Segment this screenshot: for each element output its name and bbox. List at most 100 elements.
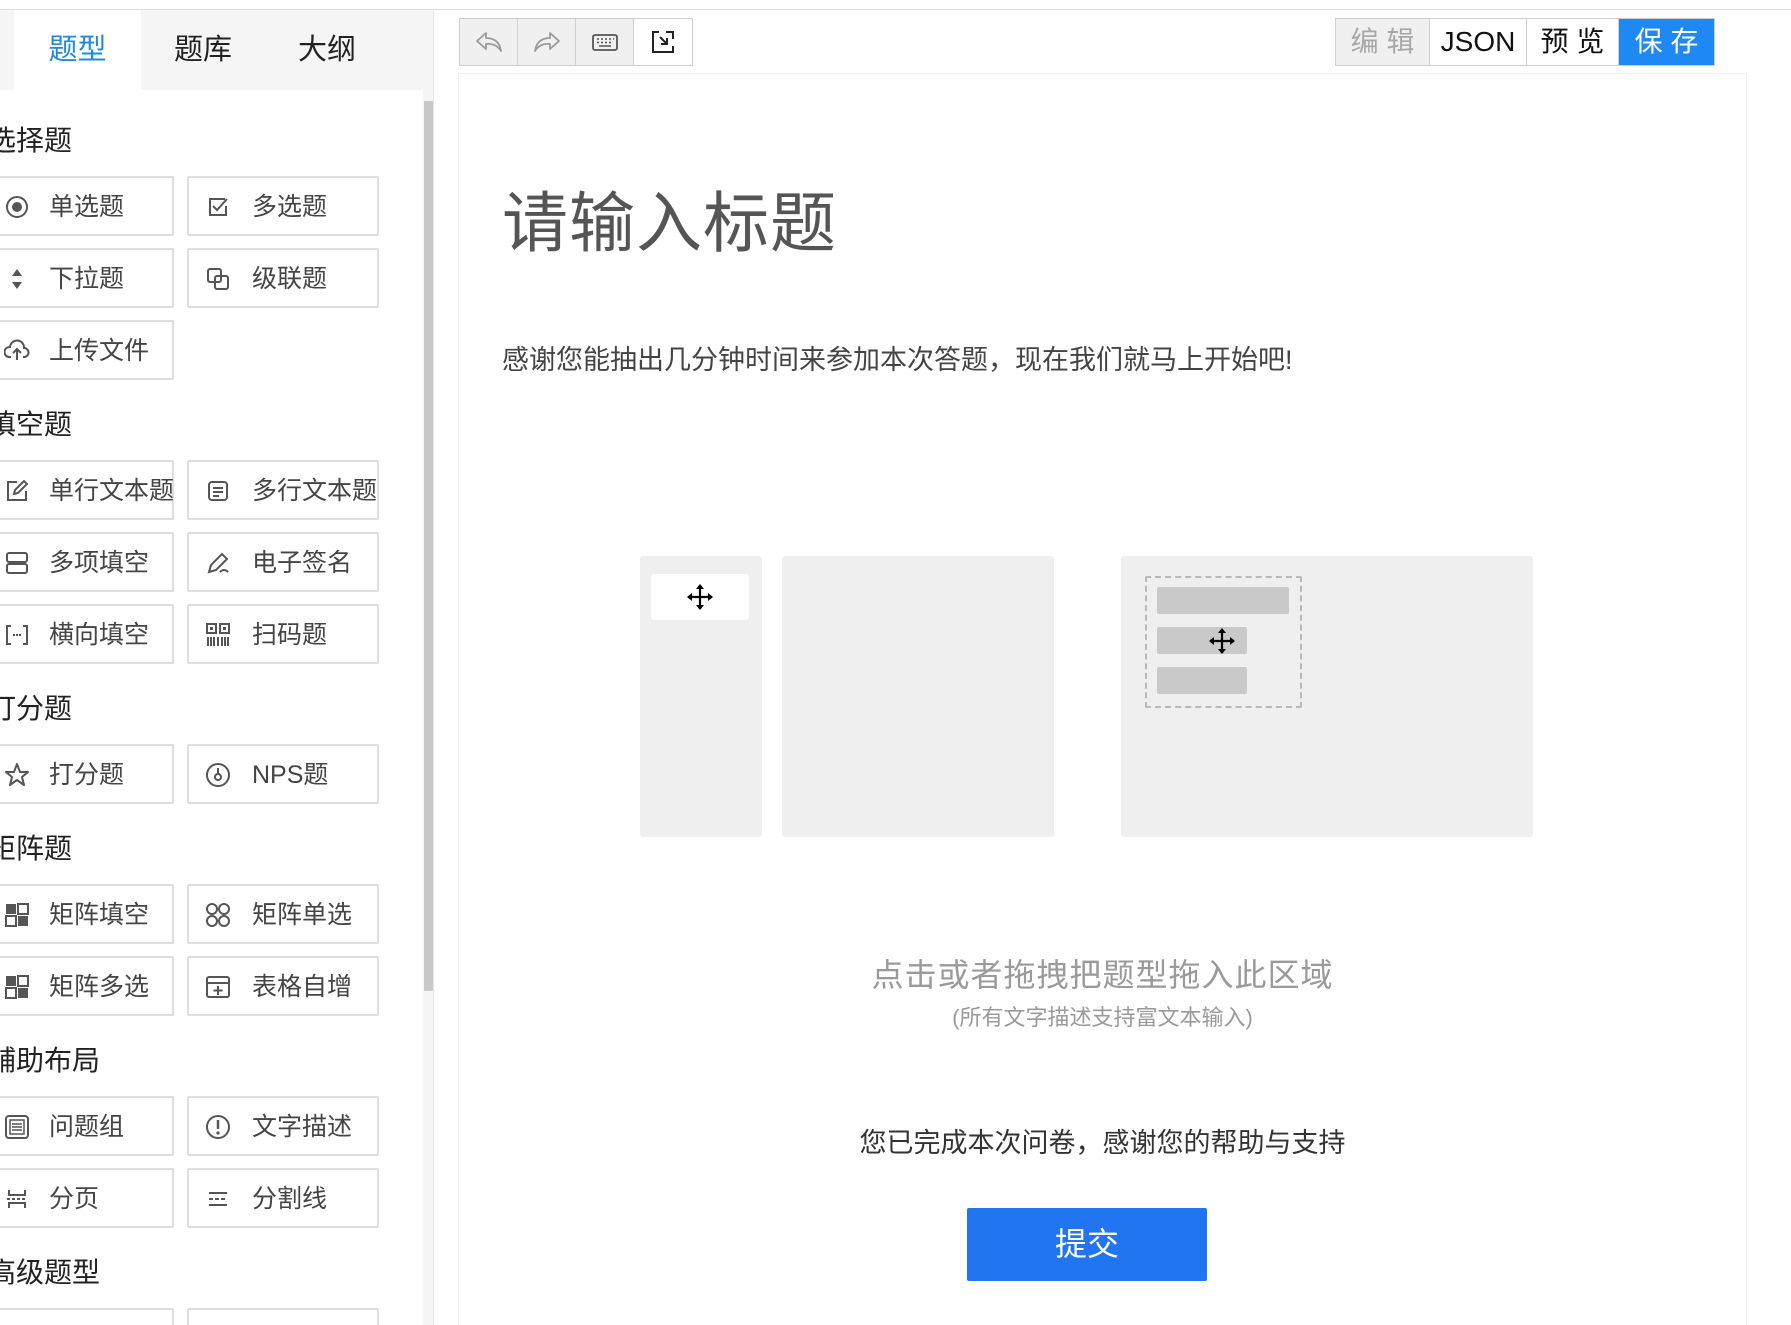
page-break-icon: [7, 1190, 27, 1208]
keyboard-shortcuts-button[interactable]: [576, 19, 634, 65]
dropdown-label: 下拉题: [49, 265, 125, 293]
cascade-button[interactable]: 级联题: [187, 248, 379, 308]
tab-question-types[interactable]: 题型: [14, 11, 141, 90]
star-icon: [5, 763, 29, 786]
scan-code-label: 扫码题: [252, 621, 328, 649]
question-type-sidebar: 题型 题库 大纲 选择题 单选题 多选题 下拉题 级联题 上传文件 填空题 单行…: [0, 11, 434, 1325]
section-title-choice: 选择题: [0, 125, 73, 156]
sidebar-scrollbar-thumb[interactable]: [424, 101, 433, 991]
multi-blank-button[interactable]: 多项填空: [0, 532, 174, 592]
single-line-text-button[interactable]: 单行文本题: [0, 460, 174, 520]
checkbox-icon: [209, 198, 228, 216]
matrix-radio-label: 矩阵单选: [252, 901, 353, 929]
survey-description[interactable]: 感谢您能抽出几分钟时间来参加本次答题，现在我们就马上开始吧!: [502, 338, 1293, 377]
signature-pen-icon: [207, 552, 229, 574]
advanced-item-button[interactable]: [0, 1308, 174, 1325]
nps-button[interactable]: NPS题: [187, 744, 379, 804]
import-icon: [652, 31, 674, 53]
tab-outline[interactable]: 大纲: [265, 11, 389, 90]
question-group-button[interactable]: 问题组: [0, 1096, 174, 1156]
matrix-checkbox-button[interactable]: 矩阵多选: [0, 956, 174, 1016]
question-group-label: 问题组: [49, 1113, 125, 1141]
illustration-bar: [1157, 587, 1289, 614]
matrix-fill-button[interactable]: 矩阵填空: [0, 884, 174, 944]
completion-message[interactable]: 您已完成本次问卷，感谢您的帮助与支持: [459, 1121, 1746, 1160]
edit-mode-button[interactable]: 编 辑: [1336, 19, 1430, 65]
sidebar-tabs: 题型 题库 大纲: [0, 11, 433, 90]
table-auto-add-button[interactable]: 表格自增: [187, 956, 379, 1016]
question-group-icon: [5, 1115, 29, 1139]
table-add-icon: [206, 976, 230, 998]
matrix-fill-icon: [5, 903, 29, 927]
survey-canvas: 请输入标题 感谢您能抽出几分钟时间来参加本次答题，现在我们就马上开始吧! 点击或…: [459, 74, 1746, 1325]
move-cursor-icon: [1209, 628, 1235, 654]
multi-blank-label: 多项填空: [49, 549, 150, 577]
submit-button[interactable]: 提交: [967, 1208, 1207, 1281]
single-choice-label: 单选题: [49, 193, 125, 221]
inline-blank-button[interactable]: 横向填空: [0, 604, 174, 664]
cascade-label: 级联题: [252, 265, 328, 293]
undo-icon: [475, 32, 502, 52]
inline-blank-icon: [6, 625, 28, 645]
multiline-text-icon: [208, 481, 228, 501]
multi-line-text-button[interactable]: 多行文本题: [187, 460, 379, 520]
edit-icon: [7, 479, 29, 501]
survey-title[interactable]: 请输入标题: [502, 170, 837, 266]
move-cursor-icon: [687, 584, 713, 610]
multi-field-icon: [6, 552, 28, 574]
illustration-bar: [1157, 667, 1247, 694]
cascade-icon: [207, 268, 229, 290]
divider-button[interactable]: 分割线: [187, 1168, 379, 1228]
matrix-checkbox-label: 矩阵多选: [49, 973, 150, 1001]
rating-button[interactable]: 打分题: [0, 744, 174, 804]
drop-area-hint[interactable]: 点击或者拖拽把题型拖入此区域: [459, 950, 1746, 996]
matrix-checkbox-icon: [5, 975, 29, 999]
divider-label: 分割线: [252, 1185, 328, 1213]
radio-icon: [6, 196, 28, 218]
illustration-middle-panel: [782, 556, 1054, 837]
redo-button[interactable]: [518, 19, 576, 65]
sort-icon: [12, 269, 22, 289]
tab-question-bank[interactable]: 题库: [141, 11, 265, 90]
nps-icon: [206, 763, 230, 787]
dropdown-button[interactable]: 下拉题: [0, 248, 174, 308]
upload-file-label: 上传文件: [49, 337, 150, 365]
text-description-label: 文字描述: [252, 1113, 353, 1141]
upload-file-button[interactable]: 上传文件: [0, 320, 174, 380]
divider-icon: [209, 1192, 227, 1206]
keyboard-icon: [591, 34, 618, 51]
e-signature-button[interactable]: 电子签名: [187, 532, 379, 592]
top-border: [0, 0, 1791, 10]
preview-button[interactable]: 预 览: [1527, 19, 1619, 65]
page-break-button[interactable]: 分页: [0, 1168, 174, 1228]
table-auto-add-label: 表格自增: [252, 973, 353, 1001]
matrix-radio-button[interactable]: 矩阵单选: [187, 884, 379, 944]
matrix-fill-label: 矩阵填空: [49, 901, 150, 929]
multi-line-text-label: 多行文本题: [252, 477, 378, 505]
undo-button[interactable]: [460, 19, 518, 65]
json-mode-button[interactable]: JSON: [1430, 19, 1527, 65]
e-signature-label: 电子签名: [252, 549, 353, 577]
mode-switcher: 编 辑 JSON 预 览 保 存: [1335, 18, 1715, 66]
save-button[interactable]: 保 存: [1619, 19, 1714, 65]
section-title-advanced: 高级题型: [0, 1257, 101, 1288]
qrcode-icon: [206, 623, 230, 646]
page-break-label: 分页: [49, 1185, 100, 1213]
section-title-score: 打分题: [0, 693, 73, 724]
multi-choice-label: 多选题: [252, 193, 328, 221]
multi-choice-button[interactable]: 多选题: [187, 176, 379, 236]
advanced-item-button[interactable]: [187, 1308, 379, 1325]
section-title-layout: 辅助布局: [0, 1045, 101, 1076]
inline-blank-label: 横向填空: [49, 621, 150, 649]
single-line-text-label: 单行文本题: [49, 477, 175, 505]
single-choice-button[interactable]: 单选题: [0, 176, 174, 236]
section-title-matrix: 矩阵题: [0, 833, 73, 864]
drop-area-subhint: (所有文字描述支持富文本输入): [952, 1005, 1253, 1030]
scan-code-button[interactable]: 扫码题: [187, 604, 379, 664]
text-description-button[interactable]: 文字描述: [187, 1096, 379, 1156]
section-title-fill: 填空题: [0, 409, 73, 440]
redo-icon: [533, 32, 560, 52]
import-button[interactable]: [634, 19, 692, 65]
rating-label: 打分题: [49, 761, 125, 789]
info-circle-icon: [206, 1115, 230, 1139]
